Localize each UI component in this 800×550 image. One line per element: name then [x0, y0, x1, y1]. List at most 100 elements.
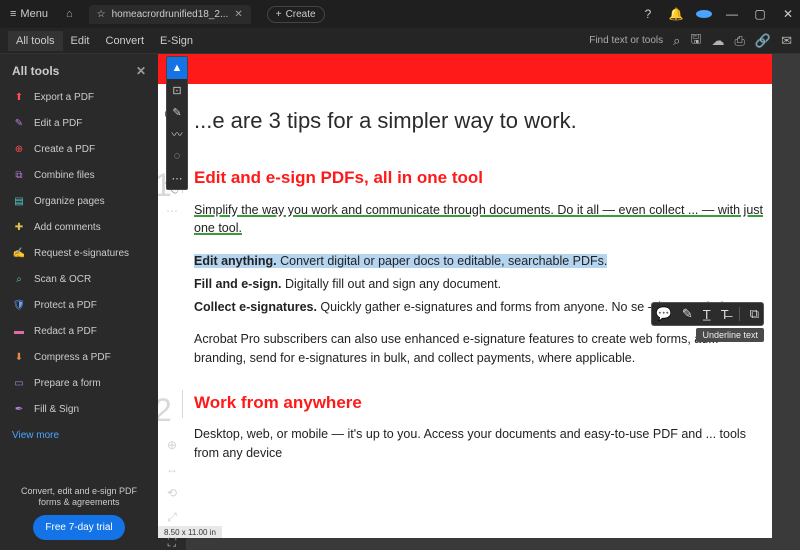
close-window-icon[interactable]: ✕: [780, 7, 796, 21]
save-icon[interactable]: 🖫: [690, 30, 701, 52]
sidebar-item-icon: ▭: [12, 376, 26, 390]
sidebar-item[interactable]: ▤Organize pages: [0, 188, 158, 214]
main-area: All tools ✕ ⬆Export a PDF✎Edit a PDF⊕Cre…: [0, 54, 800, 550]
close-sidebar-icon[interactable]: ✕: [136, 64, 146, 78]
close-tab-icon[interactable]: ✕: [234, 9, 242, 20]
fill-esign-line: Fill and e-sign. Digitally fill out and …: [194, 275, 772, 294]
sidebar-item[interactable]: ✚ Add comments: [0, 214, 158, 240]
sidebar-item[interactable]: ⌕Scan & OCR: [0, 266, 158, 292]
hand-tool-icon[interactable]: ⊡: [167, 79, 187, 101]
sidebar-item-label: Compress a PDF: [34, 352, 111, 363]
highlight-icon[interactable]: ✎: [682, 306, 693, 322]
account-icon[interactable]: [696, 10, 712, 18]
sidebar-item[interactable]: ⧉ Combine files: [0, 162, 158, 188]
star-icon: ☆: [97, 9, 106, 20]
page-heading: ...e are 3 tips for a simpler way to wor…: [194, 104, 772, 137]
sidebar-item-icon: ⊕: [12, 142, 26, 156]
sidebar-item-label: Organize pages: [34, 196, 105, 207]
rotate-icon[interactable]: ⟲: [167, 486, 177, 500]
sidebar-item-label: Export a PDF: [34, 92, 94, 103]
sidebar-item[interactable]: ✍Request e-signatures: [0, 240, 158, 266]
titlebar-right: ? 🔔 — ▢ ✕: [640, 7, 796, 21]
bell-icon[interactable]: 🔔: [668, 7, 684, 21]
copy-icon[interactable]: ⧉: [750, 306, 759, 322]
cloud-icon[interactable]: ☁: [712, 33, 725, 49]
sidebar-item[interactable]: ✎ Edit a PDF: [0, 110, 158, 136]
sidebar-item-label: Protect a PDF: [34, 300, 97, 311]
hamburger-menu[interactable]: ≡ Menu: [4, 6, 54, 22]
view-more-link[interactable]: View more: [0, 422, 158, 449]
sidebar-item-icon: ✒: [12, 402, 26, 416]
search-icon[interactable]: ⌕: [673, 33, 680, 49]
share-icon[interactable]: ✉: [781, 33, 792, 49]
section-1: Edit and e-sign PDFs, all in one tool: [194, 165, 772, 191]
sidebar-item-icon: ⧉: [12, 168, 26, 182]
hamburger-icon: ≡: [10, 8, 16, 20]
minimize-icon[interactable]: —: [724, 7, 740, 21]
help-icon[interactable]: ?: [640, 7, 656, 21]
menu-label: Menu: [20, 8, 48, 20]
fit-page-icon[interactable]: ⤢: [167, 510, 177, 525]
print-icon[interactable]: ⎙: [735, 33, 745, 49]
sidebar-item-icon: ⬆: [12, 90, 26, 104]
sidebar-item[interactable]: ▭Prepare a form: [0, 370, 158, 396]
more-panel-icon[interactable]: ⋯: [166, 204, 178, 218]
titlebar-left: ≡ Menu ⌂ ☆ homeacrordrunified18_2... ✕ +…: [4, 5, 325, 24]
sidebar-item-icon: ✍: [12, 246, 26, 260]
search-label[interactable]: Find text or tools: [589, 35, 663, 46]
menu-all-tools[interactable]: All tools: [8, 31, 63, 51]
create-label: Create: [286, 9, 316, 20]
promo-text: Convert, edit and e-sign PDF forms & agr…: [10, 486, 148, 509]
create-tab-button[interactable]: + Create: [267, 6, 325, 23]
pdf-page[interactable]: ...e are 3 tips for a simpler way to wor…: [158, 54, 772, 538]
sidebar-item[interactable]: ⬆ Export a PDF: [0, 84, 158, 110]
annotation-toolbar: 💬 ✎ T̲ T̶ ⧉: [651, 302, 764, 326]
sidebar-item-icon: 🛡: [12, 298, 26, 312]
menu-convert[interactable]: Convert: [98, 31, 153, 51]
sidebar-item[interactable]: 🛡 Protect a PDF: [0, 292, 158, 318]
sidebar-item-icon: ▬: [12, 324, 26, 338]
titlebar: ≡ Menu ⌂ ☆ homeacrordrunified18_2... ✕ +…: [0, 0, 800, 28]
section-2: Work from anywhere: [194, 390, 772, 416]
menu-esign[interactable]: E-Sign: [152, 31, 201, 51]
promo-box: Convert, edit and e-sign PDF forms & agr…: [0, 476, 158, 550]
page-content: ...e are 3 tips for a simpler way to wor…: [158, 84, 772, 477]
maximize-icon[interactable]: ▢: [752, 7, 768, 21]
sidebar-item-label: Redact a PDF: [34, 326, 97, 337]
fill-esign-text: Digitally fill out and sign any document…: [282, 277, 502, 291]
comment-icon[interactable]: 💬: [656, 306, 672, 322]
more-tool-icon[interactable]: ⋯: [167, 167, 187, 189]
sidebar-item-icon: ✚: [12, 220, 26, 234]
fullscreen-icon[interactable]: ⛶: [168, 535, 176, 550]
sidebar-item[interactable]: ⬇ Compress a PDF: [0, 344, 158, 370]
fit-width-icon[interactable]: ↔: [166, 462, 178, 476]
sidebar-item-label: Edit a PDF: [34, 118, 82, 129]
home-icon[interactable]: ⌂: [66, 8, 73, 20]
section-1-title: Edit and e-sign PDFs, all in one tool: [194, 165, 772, 191]
sidebar-item-icon: ✎: [12, 116, 26, 130]
intro-link[interactable]: Simplify the way you work and communicat…: [194, 203, 763, 236]
erase-tool-icon[interactable]: ◌: [167, 145, 187, 167]
strikethrough-icon[interactable]: T̶: [721, 307, 729, 322]
section-2-title: Work from anywhere: [194, 390, 772, 416]
underline-icon[interactable]: T̲: [703, 307, 711, 322]
tab-title: homeacrordrunified18_2...: [112, 9, 229, 20]
zoom-ctrl-icon[interactable]: ⊕: [167, 438, 177, 452]
sidebar-item[interactable]: ⊕Create a PDF: [0, 136, 158, 162]
select-tool-icon[interactable]: ▲: [167, 57, 187, 79]
link-icon[interactable]: 🔗: [755, 33, 771, 49]
sidebar-item-icon: ⌕: [12, 272, 26, 286]
sidebar-item-label: Add comments: [34, 222, 101, 233]
menu-edit[interactable]: Edit: [63, 31, 98, 51]
document-tab[interactable]: ☆ homeacrordrunified18_2... ✕: [89, 5, 251, 24]
sidebar-item[interactable]: ▬ Redact a PDF: [0, 318, 158, 344]
draw-tool-icon[interactable]: 〰: [167, 123, 187, 145]
sidebar-item-label: Combine files: [34, 170, 95, 181]
sidebar-item-icon: ⬇: [12, 350, 26, 364]
edit-anything-line: Edit anything. Convert digital or paper …: [194, 252, 772, 271]
edit-anything-bold: Edit anything.: [194, 254, 277, 268]
sidebar-item[interactable]: ✒Fill & Sign: [0, 396, 158, 422]
highlight-tool-icon[interactable]: ✎: [167, 101, 187, 123]
menubar-right: Find text or tools ⌕ 🖫 ☁ ⎙ 🔗 ✉: [589, 30, 792, 52]
free-trial-button[interactable]: Free 7-day trial: [33, 515, 124, 540]
